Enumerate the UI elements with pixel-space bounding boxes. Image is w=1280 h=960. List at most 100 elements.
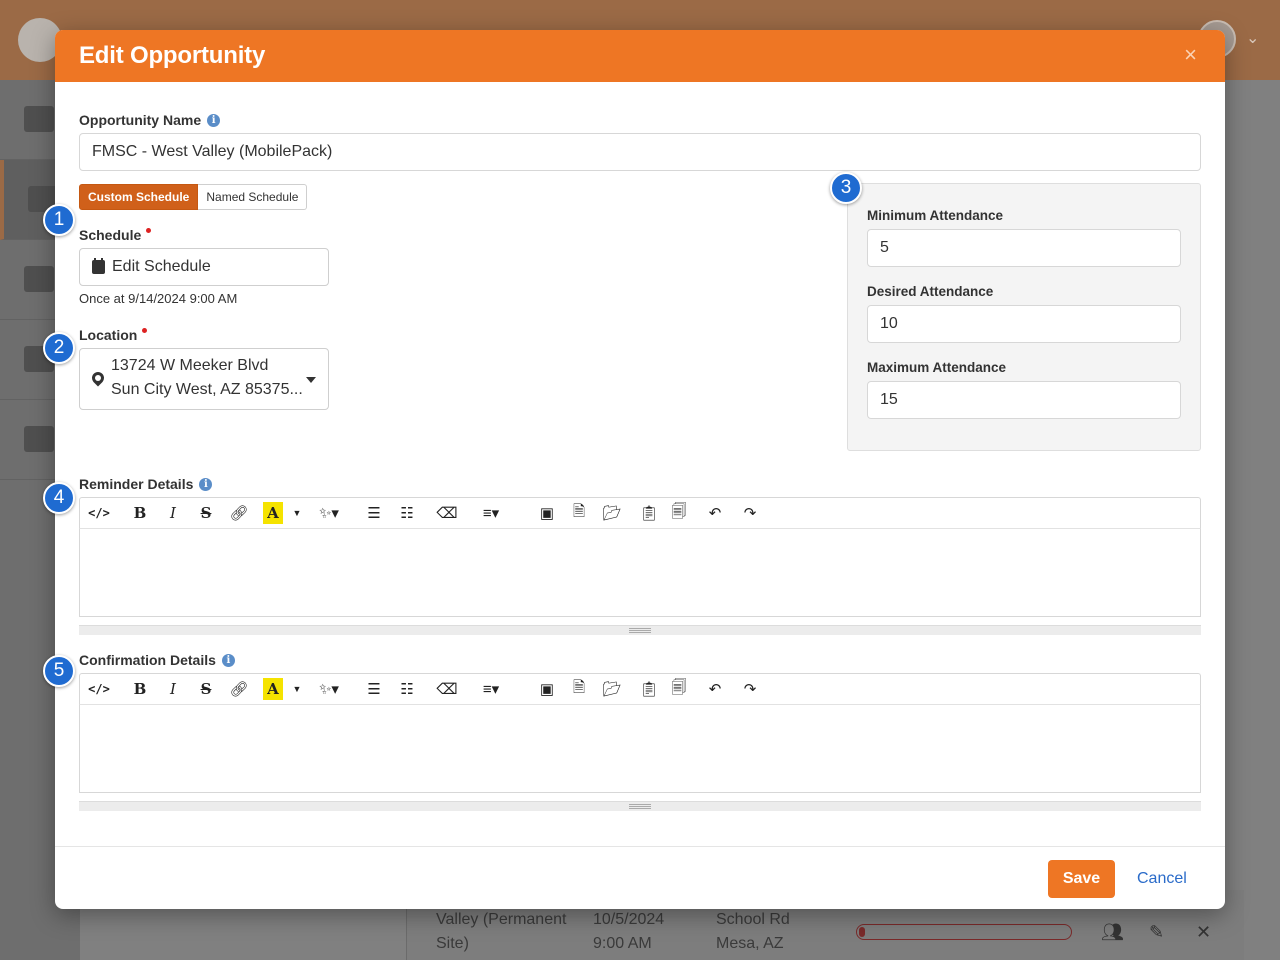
editor-resize-handle[interactable] — [79, 801, 1201, 811]
chevron-down-icon[interactable]: ⌄ — [1246, 28, 1259, 48]
editor-toolbar: </> B I S 🔗︎ A ▼ ✨︎▾ ☰ ☷ ⌫ ≡▾ ▣ 🗎︎ 📂︎ 📋︎… — [79, 673, 1201, 705]
grip-icon — [629, 628, 651, 633]
reminder-details-label: Reminder Details i — [79, 476, 213, 492]
image-icon[interactable]: ▣ — [537, 674, 557, 704]
clipboard-icon[interactable]: 📋︎ — [639, 498, 659, 528]
info-icon[interactable]: i — [207, 113, 221, 127]
calendar-icon — [92, 258, 105, 274]
unordered-list-icon[interactable]: ☷ — [397, 674, 417, 704]
minimum-attendance-input[interactable]: 5 — [867, 229, 1181, 267]
document-icon[interactable]: 🗎︎ — [569, 498, 589, 528]
save-button[interactable]: Save — [1048, 860, 1115, 898]
delete-icon[interactable]: ✕ — [1196, 922, 1211, 943]
edit-icon[interactable]: ✎ — [1149, 922, 1164, 943]
redo-icon[interactable]: ↷ — [739, 674, 761, 704]
word-paste-icon[interactable]: 🗐︎ — [669, 498, 689, 528]
image-icon[interactable]: ▣ — [537, 498, 557, 528]
editor-resize-handle[interactable] — [79, 625, 1201, 635]
location-line1: 13724 W Meeker Blvd — [111, 357, 269, 374]
location-label: Location — [79, 327, 148, 343]
folder-icon[interactable]: 📂︎ — [601, 498, 623, 528]
map-pin-icon — [89, 369, 107, 387]
code-view-icon[interactable]: </> — [88, 674, 110, 704]
strikethrough-icon[interactable]: S — [196, 498, 216, 528]
edit-opportunity-modal: Edit Opportunity × Opportunity Name i FM… — [55, 30, 1225, 909]
clipboard-icon[interactable]: 📋︎ — [639, 674, 659, 704]
modal-title: Edit Opportunity — [79, 42, 266, 69]
ordered-list-icon[interactable]: ☰ — [364, 498, 384, 528]
annotation-badge-4: 4 — [43, 482, 75, 514]
highlight-color-icon[interactable]: A — [263, 678, 283, 700]
schedule-label: Schedule — [79, 227, 152, 243]
italic-icon[interactable]: I — [163, 674, 183, 704]
custom-schedule-button[interactable]: Custom Schedule — [79, 184, 199, 210]
code-view-icon[interactable]: </> — [88, 498, 110, 528]
bold-icon[interactable]: B — [130, 674, 150, 704]
highlight-color-icon[interactable]: A — [263, 502, 283, 524]
info-icon[interactable]: i — [221, 653, 235, 667]
caret-down-icon — [306, 377, 316, 383]
opportunity-name-label-text: Opportunity Name — [79, 112, 202, 128]
confirmation-details-label: Confirmation Details i — [79, 652, 235, 668]
eraser-icon[interactable]: ⌫ — [436, 498, 457, 528]
required-indicator — [146, 227, 152, 233]
unordered-list-icon[interactable]: ☷ — [397, 498, 417, 528]
maximum-attendance-input[interactable]: 15 — [867, 381, 1181, 419]
confirmation-details-editor: </> B I S 🔗︎ A ▼ ✨︎▾ ☰ ☷ ⌫ ≡▾ ▣ 🗎︎ 📂︎ 📋︎… — [79, 673, 1201, 811]
close-icon[interactable]: × — [1184, 44, 1197, 66]
progress-fill — [859, 927, 865, 937]
desired-attendance-input[interactable]: 10 — [867, 305, 1181, 343]
magic-style-icon[interactable]: ✨︎▾ — [312, 498, 346, 528]
confirmation-details-label-text: Confirmation Details — [79, 652, 216, 668]
word-paste-icon[interactable]: 🗐︎ — [669, 674, 689, 704]
edit-schedule-label: Edit Schedule — [112, 258, 211, 275]
ordered-list-icon[interactable]: ☰ — [364, 674, 384, 704]
location-picker[interactable]: 13724 W Meeker Blvd Sun City West, AZ 85… — [79, 348, 329, 410]
strikethrough-icon[interactable]: S — [196, 674, 216, 704]
folder-icon[interactable]: 📂︎ — [601, 674, 623, 704]
table-cell-location: School Rd Mesa, AZ — [716, 911, 790, 952]
schedule-label-text: Schedule — [79, 227, 142, 243]
bold-icon[interactable]: B — [130, 498, 150, 528]
redo-icon[interactable]: ↷ — [739, 498, 761, 528]
confirmation-details-textarea[interactable] — [79, 705, 1201, 793]
reminder-details-textarea[interactable] — [79, 529, 1201, 617]
undo-icon[interactable]: ↶ — [704, 498, 726, 528]
table-cell-name: Valley (Permanent Site) — [436, 911, 567, 952]
location-line2: Sun City West, AZ 85375... — [111, 381, 303, 398]
annotation-badge-5: 5 — [43, 655, 75, 687]
undo-icon[interactable]: ↶ — [704, 674, 726, 704]
reminder-details-label-text: Reminder Details — [79, 476, 194, 492]
reminder-details-editor: </> B I S 🔗︎ A ▼ ✨︎▾ ☰ ☷ ⌫ ≡▾ ▣ 🗎︎ 📂︎ 📋︎… — [79, 497, 1201, 635]
schedule-summary: Once at 9/14/2024 9:00 AM — [79, 291, 238, 306]
link-icon[interactable]: 🔗︎ — [229, 498, 249, 528]
grip-icon — [629, 804, 651, 809]
color-dropdown-icon[interactable]: ▼ — [290, 498, 304, 528]
opportunity-name-label: Opportunity Name i — [79, 112, 221, 128]
modal-header: Edit Opportunity × — [55, 30, 1225, 82]
info-icon[interactable]: i — [199, 477, 213, 491]
briefcase-icon — [24, 426, 54, 452]
desired-attendance-label: Desired Attendance — [867, 284, 994, 299]
magic-style-icon[interactable]: ✨︎▾ — [312, 674, 346, 704]
editor-toolbar: </> B I S 🔗︎ A ▼ ✨︎▾ ☰ ☷ ⌫ ≡▾ ▣ 🗎︎ 📂︎ 📋︎… — [79, 497, 1201, 529]
named-schedule-button[interactable]: Named Schedule — [198, 184, 308, 210]
money-icon — [24, 266, 54, 292]
minimum-attendance-label: Minimum Attendance — [867, 208, 1004, 223]
document-icon[interactable]: 🗎︎ — [569, 674, 589, 704]
maximum-attendance-label: Maximum Attendance — [867, 360, 1007, 375]
edit-schedule-button[interactable]: Edit Schedule — [79, 248, 329, 286]
table-cell-date: 10/5/2024 9:00 AM — [593, 911, 665, 952]
align-icon[interactable]: ≡▾ — [476, 674, 506, 704]
book-icon — [24, 106, 54, 132]
annotation-badge-2: 2 — [43, 332, 75, 364]
color-dropdown-icon[interactable]: ▼ — [290, 674, 304, 704]
align-icon[interactable]: ≡▾ — [476, 498, 506, 528]
opportunity-name-input[interactable]: FMSC - West Valley (MobilePack) — [79, 133, 1201, 171]
eraser-icon[interactable]: ⌫ — [436, 674, 457, 704]
group-icon[interactable]: 👥︎ — [1101, 922, 1124, 943]
link-icon[interactable]: 🔗︎ — [229, 674, 249, 704]
cancel-button[interactable]: Cancel — [1137, 870, 1187, 888]
modal-footer: Save Cancel — [55, 846, 1225, 909]
italic-icon[interactable]: I — [163, 498, 183, 528]
